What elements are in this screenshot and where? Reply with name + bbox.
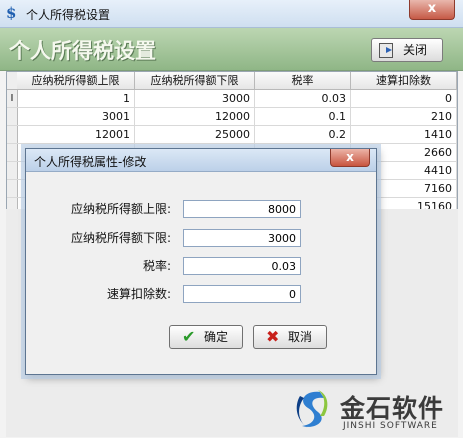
dialog-close-button[interactable]: x xyxy=(330,149,370,167)
table-cell[interactable]: 0.1 xyxy=(255,108,351,125)
page-title: 个人所得税设置 xyxy=(9,39,156,63)
watermark: 金石软件 JINSHI SOFTWARE xyxy=(290,386,460,436)
table-cell[interactable]: 12000 xyxy=(135,108,255,125)
dialog-titlebar[interactable]: 个人所得税属性-修改 x xyxy=(26,149,376,172)
column-header[interactable]: 税率 xyxy=(255,72,351,89)
table-cell[interactable]: 1 xyxy=(17,90,135,107)
table-cell[interactable]: 210 xyxy=(351,108,457,125)
table-cell[interactable]: 0 xyxy=(351,90,457,107)
watermark-chinese: 金石软件 xyxy=(340,394,445,423)
table-cell[interactable]: 3000 xyxy=(135,90,255,107)
table-row[interactable]: 3001 12000 0.1 210 xyxy=(7,108,457,126)
column-header[interactable]: 应纳税所得额下限 xyxy=(135,72,255,89)
dialog-body: 应纳税所得额上限: 应纳税所得额下限: 税率: 速算扣除数: ✔ 确定 ✖ 取消 xyxy=(26,172,376,374)
cancel-button-label: 取消 xyxy=(288,330,313,344)
upper-limit-label: 应纳税所得额上限: xyxy=(70,202,171,216)
window-titlebar: $ 个人所得税设置 x xyxy=(0,0,463,28)
quick-deduction-label: 速算扣除数: xyxy=(106,287,171,301)
jinshi-logo-icon xyxy=(296,390,328,428)
table-header: 应纳税所得额上限 应纳税所得额下限 税率 速算扣除数 xyxy=(7,72,457,90)
ok-button-label: 确定 xyxy=(204,330,229,344)
edit-dialog: 个人所得税属性-修改 x 应纳税所得额上限: 应纳税所得额下限: 税率: 速算扣… xyxy=(25,148,377,375)
app-icon: $ xyxy=(6,4,17,22)
table-row[interactable]: I 1 3000 0.03 0 xyxy=(7,90,457,108)
table-cell[interactable]: 0.2 xyxy=(255,126,351,143)
cancel-x-icon: ✖ xyxy=(266,327,280,346)
header-panel: 个人所得税设置 关闭 xyxy=(0,28,463,71)
table-cell[interactable]: 3001 xyxy=(17,108,135,125)
close-button-label: 关闭 xyxy=(403,43,428,57)
column-header[interactable]: 应纳税所得额上限 xyxy=(17,72,135,89)
watermark-english: JINSHI SOFTWARE xyxy=(343,421,438,431)
window-close-button[interactable]: x xyxy=(409,0,455,20)
tax-rate-input[interactable] xyxy=(183,257,301,275)
close-button[interactable]: 关闭 xyxy=(371,38,443,62)
window-title: 个人所得税设置 xyxy=(26,8,111,22)
quick-deduction-input[interactable] xyxy=(183,285,301,303)
column-header[interactable]: 速算扣除数 xyxy=(351,72,457,89)
cancel-button[interactable]: ✖ 取消 xyxy=(253,325,327,349)
exit-icon xyxy=(379,43,393,58)
table-cell[interactable]: 0.03 xyxy=(255,90,351,107)
table-cell[interactable]: 25000 xyxy=(135,126,255,143)
ok-button[interactable]: ✔ 确定 xyxy=(169,325,243,349)
table-cell[interactable]: 12001 xyxy=(17,126,135,143)
table-row[interactable]: 12001 25000 0.2 1410 xyxy=(7,126,457,144)
upper-limit-input[interactable] xyxy=(183,200,301,218)
tax-rate-label: 税率: xyxy=(142,259,171,273)
dialog-title: 个人所得税属性-修改 xyxy=(34,155,147,169)
checkmark-icon: ✔ xyxy=(182,327,196,346)
lower-limit-input[interactable] xyxy=(183,229,301,247)
table-cell[interactable]: 1410 xyxy=(351,126,457,143)
lower-limit-label: 应纳税所得额下限: xyxy=(70,231,171,245)
